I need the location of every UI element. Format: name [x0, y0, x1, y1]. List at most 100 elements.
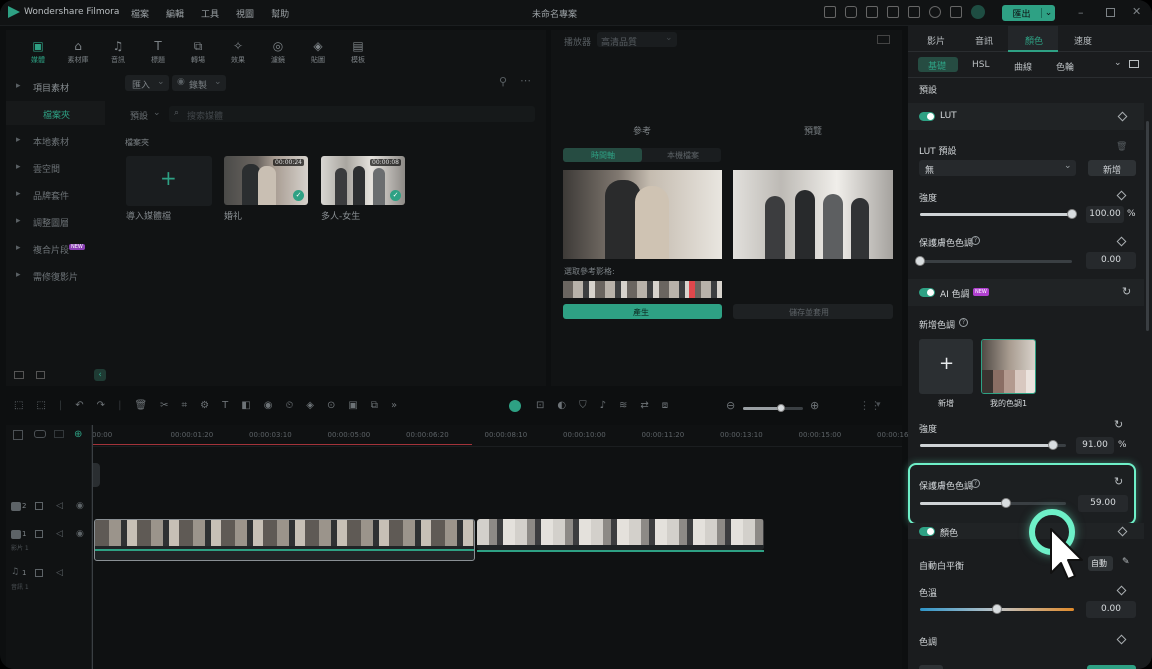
toolbar-tab-media[interactable]: ▣ 媒體: [18, 39, 58, 69]
tab-timeline[interactable]: 時間軸: [563, 148, 642, 162]
more-tools-icon[interactable]: »: [391, 400, 397, 411]
replace-icon[interactable]: ⇄: [640, 400, 648, 411]
more-icon[interactable]: ⋯: [520, 74, 531, 87]
keyframe-icon[interactable]: [1116, 236, 1127, 247]
temperature-slider[interactable]: [920, 604, 1074, 614]
motion-track-icon[interactable]: ⊙: [327, 400, 335, 411]
shield-icon[interactable]: ⛉: [579, 400, 587, 411]
group-icon[interactable]: ⧉: [371, 400, 378, 411]
sidebar-item-repair-video[interactable]: ▸ 需修復影片: [6, 263, 105, 287]
auto-wb-button[interactable]: 自動: [1088, 556, 1113, 571]
keyframe-icon[interactable]: [1116, 190, 1127, 201]
redo-icon[interactable]: ↷: [97, 400, 105, 411]
text-tool-icon[interactable]: T: [222, 400, 228, 411]
tab-speed[interactable]: 速度: [1058, 26, 1114, 52]
subtab-hsl[interactable]: HSL: [972, 60, 990, 70]
toolbar-tab-template[interactable]: ▤ 模板: [338, 39, 378, 69]
cut-icon[interactable]: ✂: [160, 400, 168, 411]
help-icon[interactable]: ?: [971, 479, 980, 488]
generate-button[interactable]: 產生: [563, 304, 722, 319]
folder-icon[interactable]: [35, 569, 43, 577]
timeline-clip-wedding[interactable]: [94, 519, 475, 561]
zoom-slider-handle[interactable]: [777, 404, 785, 412]
tab-color[interactable]: 顏色: [1008, 26, 1058, 52]
sort-dropdown[interactable]: 預設 ⌄: [125, 106, 165, 122]
zoom-in-icon[interactable]: ⊕: [810, 399, 819, 412]
folder-icon[interactable]: [36, 371, 45, 379]
lut-skin-slider[interactable]: [915, 256, 1072, 266]
magic-select-icon[interactable]: ⬚: [36, 400, 45, 411]
toolbar-tab-filter[interactable]: ◎ 濾鏡: [258, 39, 298, 69]
speed-icon[interactable]: ⏲: [285, 400, 293, 411]
lut-add-button[interactable]: 新增: [1088, 160, 1136, 176]
maximize-icon[interactable]: [1106, 8, 1115, 17]
folder-icon[interactable]: [35, 530, 43, 538]
subtab-curves[interactable]: 曲線: [1014, 60, 1032, 73]
snap-icon[interactable]: ⊕: [74, 429, 82, 440]
send-icon[interactable]: [824, 6, 836, 18]
ai-tone-toggle[interactable]: [919, 288, 935, 297]
stabilize-icon[interactable]: ◈: [306, 400, 314, 411]
zoom-out-icon[interactable]: ⊖: [726, 399, 735, 412]
help-icon[interactable]: ?: [971, 236, 980, 245]
save-icon[interactable]: [887, 6, 899, 18]
new-folder-icon[interactable]: [14, 371, 24, 379]
camera-icon[interactable]: ⊡: [536, 400, 544, 411]
ai-icon[interactable]: [845, 6, 857, 18]
ai-intensity-value[interactable]: 91.00: [1076, 437, 1114, 454]
chevron-down-icon[interactable]: ⌄: [1114, 58, 1122, 68]
grid-icon[interactable]: [950, 6, 962, 18]
record-button[interactable]: ◉ 錄製 ⌄: [172, 75, 226, 91]
volume-icon[interactable]: ◁: [56, 529, 63, 539]
menu-tools[interactable]: 工具: [201, 7, 219, 20]
ai-intensity-slider[interactable]: [920, 440, 1066, 450]
collapse-sidebar-icon[interactable]: ‹: [94, 369, 106, 381]
crop-icon[interactable]: ⌗: [182, 400, 188, 411]
keyframe-icon[interactable]: [1116, 585, 1127, 596]
media-clip-thumbnail[interactable]: 00:00:24 ✓: [224, 156, 308, 205]
sidebar-item-adjustment-layer[interactable]: ▸ 調整圖層: [6, 209, 105, 233]
ai-cut-icon[interactable]: ⚙: [200, 400, 209, 411]
sidebar-item-project[interactable]: ▸ 項目素材: [6, 74, 105, 98]
lut-toggle[interactable]: [919, 112, 935, 121]
close-icon[interactable]: ✕: [1132, 5, 1141, 18]
mask-icon[interactable]: ◧: [241, 400, 250, 411]
minimize-icon[interactable]: –: [1078, 6, 1084, 19]
lut-preset-dropdown[interactable]: 無 ⌄: [919, 160, 1076, 176]
sidebar-item-compound-clip[interactable]: ▸ 複合片段 NEW: [6, 236, 105, 260]
lut-intensity-value[interactable]: 100.00: [1086, 206, 1124, 223]
eyedropper-icon[interactable]: ✎: [1122, 557, 1130, 567]
lut-skin-value[interactable]: 0.00: [1086, 252, 1136, 269]
toolbar-tab-music[interactable]: ♫ 音訊: [98, 39, 138, 69]
slider-handle[interactable]: [915, 256, 925, 266]
toolbar-tab-stock[interactable]: ⌂ 素材庫: [58, 39, 98, 69]
cloud-icon[interactable]: [908, 6, 920, 18]
playhead-line[interactable]: [92, 425, 93, 669]
menu-help[interactable]: 幫助: [271, 7, 289, 20]
slider-handle[interactable]: [992, 604, 1002, 614]
eye-icon[interactable]: ◉: [76, 529, 84, 539]
zoom-slider[interactable]: [743, 404, 803, 412]
sidebar-item-local[interactable]: ▸ 本地素材: [6, 128, 105, 152]
delete-icon[interactable]: 🗑: [134, 400, 147, 411]
green-screen-icon[interactable]: ▣: [348, 400, 357, 411]
tab-video[interactable]: 影片: [908, 26, 964, 52]
keyframe-icon[interactable]: [1116, 634, 1127, 645]
ai-skin-slider[interactable]: [920, 498, 1066, 508]
temperature-value[interactable]: 0.00: [1086, 601, 1136, 618]
color-toggle[interactable]: [919, 527, 935, 536]
audio-edit-icon[interactable]: ≋: [619, 400, 627, 411]
my-tone-thumbnail[interactable]: [981, 339, 1036, 394]
reference-frame-strip[interactable]: [563, 281, 722, 298]
eye-icon[interactable]: ◉: [76, 501, 84, 511]
reset-icon[interactable]: ↻: [1114, 475, 1123, 488]
split-icon[interactable]: ⧈: [662, 400, 668, 411]
menu-file[interactable]: 檔案: [131, 7, 149, 20]
footer-button-edge[interactable]: [1087, 665, 1136, 669]
slider-handle[interactable]: [1047, 440, 1058, 450]
import-media-tile[interactable]: +: [126, 156, 212, 206]
volume-icon[interactable]: ◁: [56, 568, 63, 578]
slider-handle[interactable]: [1001, 498, 1012, 508]
slider-handle[interactable]: [1067, 209, 1077, 219]
color-match-icon[interactable]: ◉: [264, 400, 273, 411]
